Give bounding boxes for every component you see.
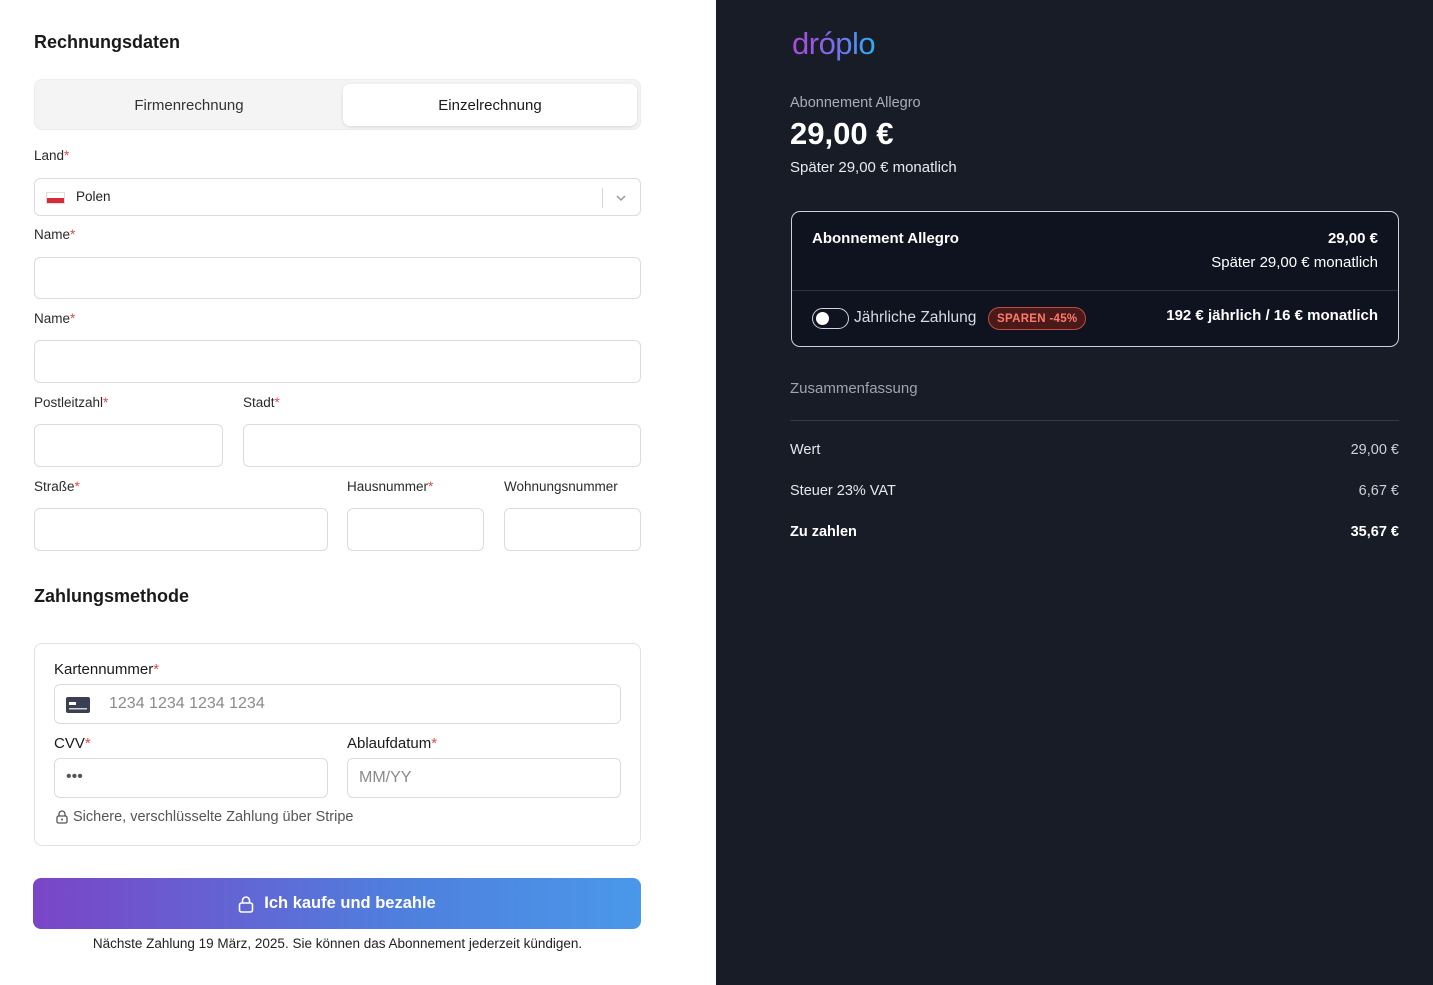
summary-row-value-label: Wert xyxy=(790,442,821,458)
plan-card-later: Später 29,00 € monatlich xyxy=(1211,254,1378,271)
pay-button[interactable]: Ich kaufe und bezahle xyxy=(33,878,641,929)
plan-card-price: 29,00 € xyxy=(1327,230,1378,247)
name-label-2: Name* xyxy=(34,311,76,326)
secure-payment-note: Sichere, verschlüsselte Zahlung über Str… xyxy=(56,809,353,825)
droplo-logo: dróplo xyxy=(792,26,876,61)
summary-row-total-label: Zu zahlen xyxy=(790,524,857,540)
country-select-value: Polen xyxy=(76,189,111,204)
lock-icon xyxy=(56,810,68,824)
billing-form-panel: Rechnungsdaten Firmenrechnung Einzelrech… xyxy=(0,0,716,985)
postal-code-label: Postleitzahl* xyxy=(34,395,109,410)
name-field-2[interactable] xyxy=(34,340,641,383)
city-label: Stadt* xyxy=(243,395,280,410)
annual-payment-toggle[interactable] xyxy=(812,308,849,329)
cvv-field[interactable]: ••• xyxy=(54,758,328,798)
plan-price: 29,00 € xyxy=(790,116,894,151)
next-payment-note: Nächste Zahlung 19 März, 2025. Sie könne… xyxy=(92,936,583,951)
chevron-down-icon xyxy=(616,195,626,202)
card-number-field[interactable]: 1234 1234 1234 1234 xyxy=(54,684,621,724)
select-separator xyxy=(602,188,603,208)
street-label: Straße* xyxy=(34,479,80,494)
savings-badge: SPAREN -45% xyxy=(988,307,1087,330)
country-select[interactable]: Polen xyxy=(34,178,641,216)
credit-card-icon xyxy=(66,697,90,713)
expiry-field[interactable]: MM/YY xyxy=(347,758,621,798)
billing-title: Rechnungsdaten xyxy=(34,32,181,52)
apartment-number-field[interactable] xyxy=(504,508,641,551)
cvv-placeholder: ••• xyxy=(66,768,83,785)
lock-icon xyxy=(238,895,254,913)
card-number-placeholder: 1234 1234 1234 1234 xyxy=(109,695,265,712)
city-field[interactable] xyxy=(243,424,641,467)
secure-payment-text: Sichere, verschlüsselte Zahlung über Str… xyxy=(73,809,354,825)
name-field-1[interactable] xyxy=(34,257,641,299)
street-field[interactable] xyxy=(34,508,328,551)
apartment-number-label: Wohnungsnummer xyxy=(504,479,618,494)
plan-later-price: Später 29,00 € monatlich xyxy=(790,159,957,176)
cvv-label: CVV* xyxy=(54,735,91,752)
payment-method-title: Zahlungsmethode xyxy=(34,586,190,606)
summary-title: Zusammenfassung xyxy=(790,380,918,397)
expiry-placeholder: MM/YY xyxy=(359,769,412,786)
expiry-label: Ablaufdatum* xyxy=(347,735,438,752)
plan-name: Abonnement Allegro xyxy=(790,95,921,111)
name-label-1: Name* xyxy=(34,227,76,242)
poland-flag-icon xyxy=(46,192,65,204)
tab-individual-invoice[interactable]: Einzelrechnung xyxy=(343,84,637,126)
postal-code-field[interactable] xyxy=(34,424,223,467)
tab-company-invoice[interactable]: Firmenrechnung xyxy=(39,84,339,126)
pay-button-label: Ich kaufe und bezahle xyxy=(264,894,436,912)
country-label: Land* xyxy=(34,148,70,163)
summary-row-total-amount: 35,67 € xyxy=(1350,524,1399,540)
plan-card-title: Abonnement Allegro xyxy=(812,230,959,247)
card-number-label: Kartennummer* xyxy=(54,661,160,678)
annual-payment-label: Jährliche Zahlung xyxy=(854,309,977,326)
invoice-type-tabs: Firmenrechnung Einzelrechnung xyxy=(34,79,641,130)
toggle-knob xyxy=(816,312,829,325)
summary-row-value-amount: 29,00 € xyxy=(1350,442,1399,458)
summary-row-tax-amount: 6,67 € xyxy=(1358,483,1399,499)
summary-divider xyxy=(790,420,1399,421)
plan-card-divider xyxy=(792,290,1398,291)
summary-row-tax-label: Steuer 23% VAT xyxy=(790,483,896,499)
annual-price: 192 € jährlich / 16 € monatlich xyxy=(1166,307,1378,324)
house-number-field[interactable] xyxy=(347,508,484,551)
house-number-label: Hausnummer* xyxy=(347,479,434,494)
plan-card: Abonnement Allegro 29,00 € Später 29,00 … xyxy=(791,211,1399,347)
